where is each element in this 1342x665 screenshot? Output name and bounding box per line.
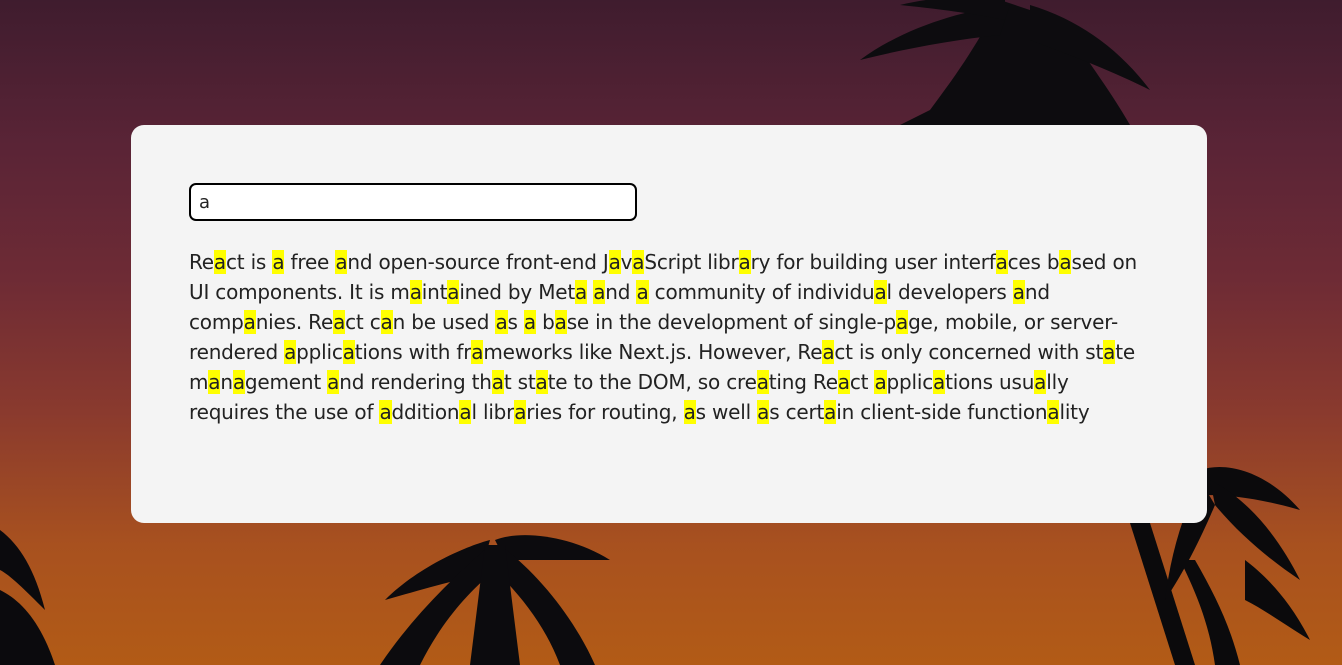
search-match-highlight: a (335, 250, 348, 274)
search-match-highlight: a (523, 310, 536, 334)
search-match-highlight: a (896, 310, 909, 334)
search-match-highlight: a (608, 250, 621, 274)
search-match-highlight: a (243, 310, 256, 334)
search-match-highlight: a (1047, 400, 1060, 424)
search-match-highlight: a (837, 370, 850, 394)
search-match-highlight: a (1059, 250, 1072, 274)
highlighted-paragraph: React is a free and open-source front-en… (189, 250, 1137, 424)
search-match-highlight: a (593, 280, 606, 304)
search-match-highlight: a (575, 280, 588, 304)
search-match-highlight: a (379, 400, 392, 424)
search-match-highlight: a (933, 370, 946, 394)
search-match-highlight: a (491, 370, 504, 394)
search-match-highlight: a (738, 250, 751, 274)
search-match-highlight: a (822, 340, 835, 364)
search-match-highlight: a (447, 280, 460, 304)
search-match-highlight: a (874, 370, 887, 394)
search-match-highlight: a (1034, 370, 1047, 394)
search-match-highlight: a (535, 370, 548, 394)
search-input[interactable] (189, 183, 637, 221)
search-match-highlight: a (554, 310, 567, 334)
search-match-highlight: a (757, 400, 770, 424)
search-match-highlight: a (756, 370, 769, 394)
palm-tree-top-right-icon (860, 0, 1150, 125)
content-card: React is a free and open-source front-en… (131, 125, 1207, 523)
search-match-highlight: a (409, 280, 422, 304)
search-match-highlight: a (495, 310, 508, 334)
search-match-highlight: a (213, 250, 226, 274)
search-match-highlight: a (380, 310, 393, 334)
search-match-highlight: a (333, 310, 346, 334)
search-match-highlight: a (632, 250, 645, 274)
search-match-highlight: a (874, 280, 887, 304)
search-match-highlight: a (342, 340, 355, 364)
search-match-highlight: a (208, 370, 221, 394)
search-match-highlight: a (272, 250, 285, 274)
palm-tree-bottom-left-icon (0, 530, 55, 665)
search-match-highlight: a (1012, 280, 1025, 304)
search-match-highlight: a (824, 400, 837, 424)
palm-tree-bottom-center-icon (380, 535, 610, 665)
search-match-highlight: a (1103, 340, 1116, 364)
search-match-highlight: a (327, 370, 340, 394)
search-match-highlight: a (471, 340, 484, 364)
search-match-highlight: a (683, 400, 696, 424)
search-match-highlight: a (284, 340, 297, 364)
search-match-highlight: a (995, 250, 1008, 274)
search-match-highlight: a (514, 400, 527, 424)
search-match-highlight: a (636, 280, 649, 304)
search-match-highlight: a (459, 400, 472, 424)
search-match-highlight: a (232, 370, 245, 394)
